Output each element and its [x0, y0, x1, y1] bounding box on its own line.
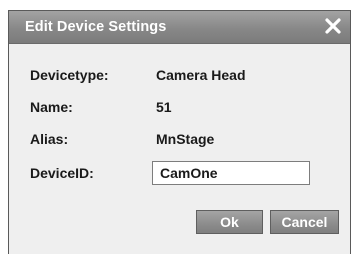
- alias-label: Alias:: [30, 131, 69, 147]
- deviceid-label: DeviceID:: [30, 165, 94, 181]
- dialog-titlebar: Edit Device Settings: [9, 11, 350, 44]
- close-icon: [325, 18, 341, 34]
- cancel-button[interactable]: Cancel: [270, 210, 339, 234]
- devicetype-label: Devicetype:: [30, 67, 109, 83]
- alias-value: MnStage: [156, 131, 215, 147]
- edit-device-settings-dialog: Edit Device Settings Devicetype: Camera …: [8, 10, 351, 254]
- devicetype-value: Camera Head: [156, 67, 246, 83]
- ok-button[interactable]: Ok: [196, 210, 263, 234]
- deviceid-input[interactable]: [152, 161, 310, 185]
- name-label: Name:: [30, 99, 73, 115]
- name-value: 51: [156, 99, 172, 115]
- close-button[interactable]: [323, 16, 343, 36]
- dialog-title: Edit Device Settings: [25, 19, 167, 35]
